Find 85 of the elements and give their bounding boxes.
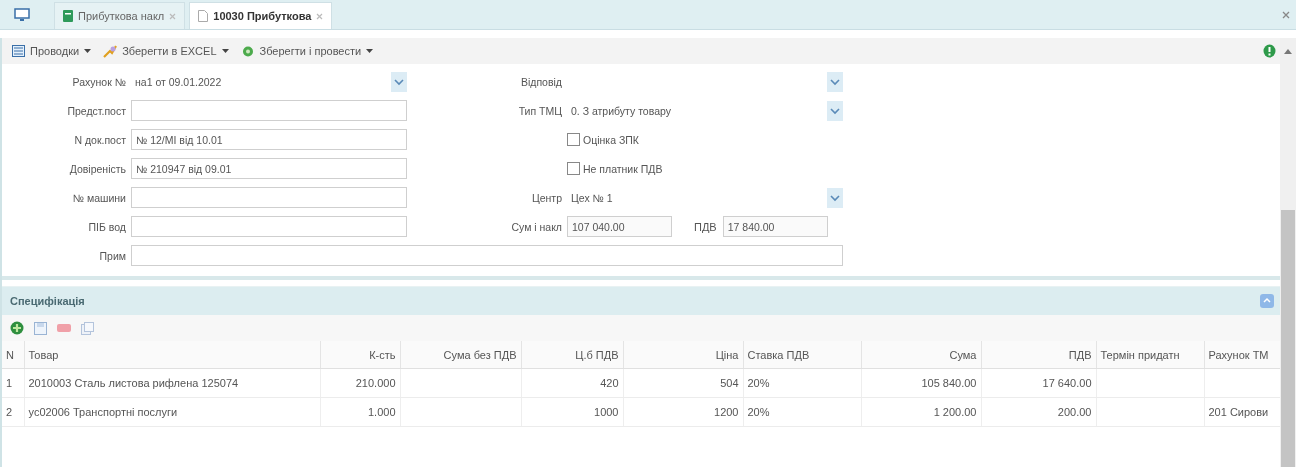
tab-label: Прибуткова накл	[78, 10, 165, 22]
table-cell: 2010003 Сталь листова рифлена 125074	[24, 368, 320, 398]
close-icon[interactable]	[169, 12, 177, 20]
toolbar-button[interactable]: Проводки	[10, 45, 94, 57]
input-field[interactable]: № 12/МІ від 10.01	[131, 129, 407, 150]
column-header[interactable]: К-сть	[320, 341, 400, 369]
chevron-down-icon[interactable]	[827, 187, 843, 208]
table-cell: 1	[2, 368, 24, 398]
dropdown-arrow-icon	[221, 48, 229, 54]
add-icon[interactable]	[10, 321, 24, 335]
column-header[interactable]: Ц.б ПДВ	[521, 341, 623, 369]
chevron-down-icon[interactable]	[827, 100, 843, 121]
monitor-icon[interactable]	[14, 7, 30, 22]
field-label: Тип ТМЦ	[517, 104, 562, 117]
column-header[interactable]: Сума	[861, 341, 981, 369]
field-label: Прим	[98, 249, 126, 262]
column-header[interactable]: N	[2, 341, 24, 369]
field-label: ПІБ вод	[87, 220, 126, 233]
field-label: Рахунок №	[71, 75, 126, 88]
scrollbar[interactable]	[1280, 38, 1296, 467]
column-header[interactable]: Ставка ПДВ	[743, 341, 861, 369]
input-field[interactable]: 107 040.00	[567, 216, 672, 237]
table-cell: 1000	[521, 397, 623, 427]
column-header[interactable]: ПДВ	[981, 341, 1096, 369]
checkbox-label: Не платник ПДВ	[583, 162, 663, 175]
info-icon[interactable]	[1263, 44, 1276, 58]
column-header[interactable]: Сума без ПДВ	[400, 341, 521, 369]
list-icon	[12, 45, 25, 57]
table-cell: 210.000	[320, 368, 400, 398]
input-field[interactable]	[131, 245, 843, 266]
close-icon[interactable]	[316, 12, 324, 20]
field-label: Предст.пост	[66, 104, 126, 117]
input-field[interactable]	[131, 100, 407, 121]
table-cell: 105 840.00	[861, 368, 981, 398]
column-header[interactable]: Термін придатн	[1096, 341, 1204, 369]
table-cell: 17 640.00	[981, 368, 1096, 398]
table-cell: 2	[2, 397, 24, 427]
table-cell: 20%	[743, 368, 861, 398]
table-cell: 1 200.00	[861, 397, 981, 427]
input-field[interactable]	[131, 187, 407, 208]
dropdown-arrow-icon	[84, 48, 92, 54]
input-field[interactable]	[131, 216, 407, 237]
field-label: Відповід	[519, 75, 562, 88]
checkbox[interactable]	[567, 133, 580, 146]
column-header[interactable]: Товар	[24, 341, 320, 369]
field-label: № машини	[71, 191, 126, 204]
dropdown-arrow-icon	[366, 48, 374, 54]
document-icon	[198, 10, 209, 22]
toolbar-button[interactable]: Зберегти і провести	[238, 44, 376, 58]
chevron-down-icon[interactable]	[827, 71, 843, 92]
scrollbar-thumb[interactable]	[1281, 210, 1295, 467]
table-cell: 504	[623, 368, 743, 398]
combo-box[interactable]: 0. З атрибуту товару	[567, 100, 843, 121]
chevron-down-icon[interactable]	[391, 71, 407, 92]
delete-icon[interactable]	[57, 324, 71, 332]
tab[interactable]: Прибуткова накл	[54, 2, 186, 29]
table-cell: 200.00	[981, 397, 1096, 427]
panel-title: Специфікація	[10, 295, 85, 307]
table-cell: 420	[521, 368, 623, 398]
combo-box[interactable]: Цех № 1	[567, 187, 843, 208]
input-field[interactable]: 17 840.00	[722, 216, 828, 237]
field-label: ПДВ	[694, 220, 717, 233]
column-header[interactable]: Ціна	[623, 341, 743, 369]
checkbox-label: Оцінка ЗПК	[583, 133, 639, 146]
table-cell: ус02006 Транспортні послуги	[24, 397, 320, 427]
toolbar-button[interactable]: Зберегти в EXCEL	[101, 44, 231, 58]
close-icon[interactable]	[1282, 10, 1290, 19]
tab[interactable]: 10030 Прибуткова	[189, 2, 333, 29]
collapse-icon[interactable]	[1260, 294, 1274, 308]
copy-icon[interactable]	[81, 321, 94, 335]
column-header[interactable]: Рахунок ТМ	[1204, 341, 1280, 369]
save-icon[interactable]	[34, 321, 47, 335]
combo-box[interactable]: на1 от 09.01.2022	[131, 71, 407, 92]
field-label: Центр	[530, 191, 562, 204]
field-label: N док.пост	[73, 133, 126, 146]
input-field[interactable]: № 210947 від 09.01	[131, 158, 407, 179]
table-cell: 20%	[743, 397, 861, 427]
field-label: Довіреність	[68, 162, 126, 175]
field-label: Сум і накл	[510, 220, 562, 233]
scroll-up-icon[interactable]	[1284, 48, 1292, 54]
tab-label: 10030 Прибуткова	[213, 10, 312, 22]
table-cell: 1200	[623, 397, 743, 427]
checkbox[interactable]	[567, 162, 580, 175]
table-cell: 1.000	[320, 397, 400, 427]
document-icon	[63, 10, 73, 22]
